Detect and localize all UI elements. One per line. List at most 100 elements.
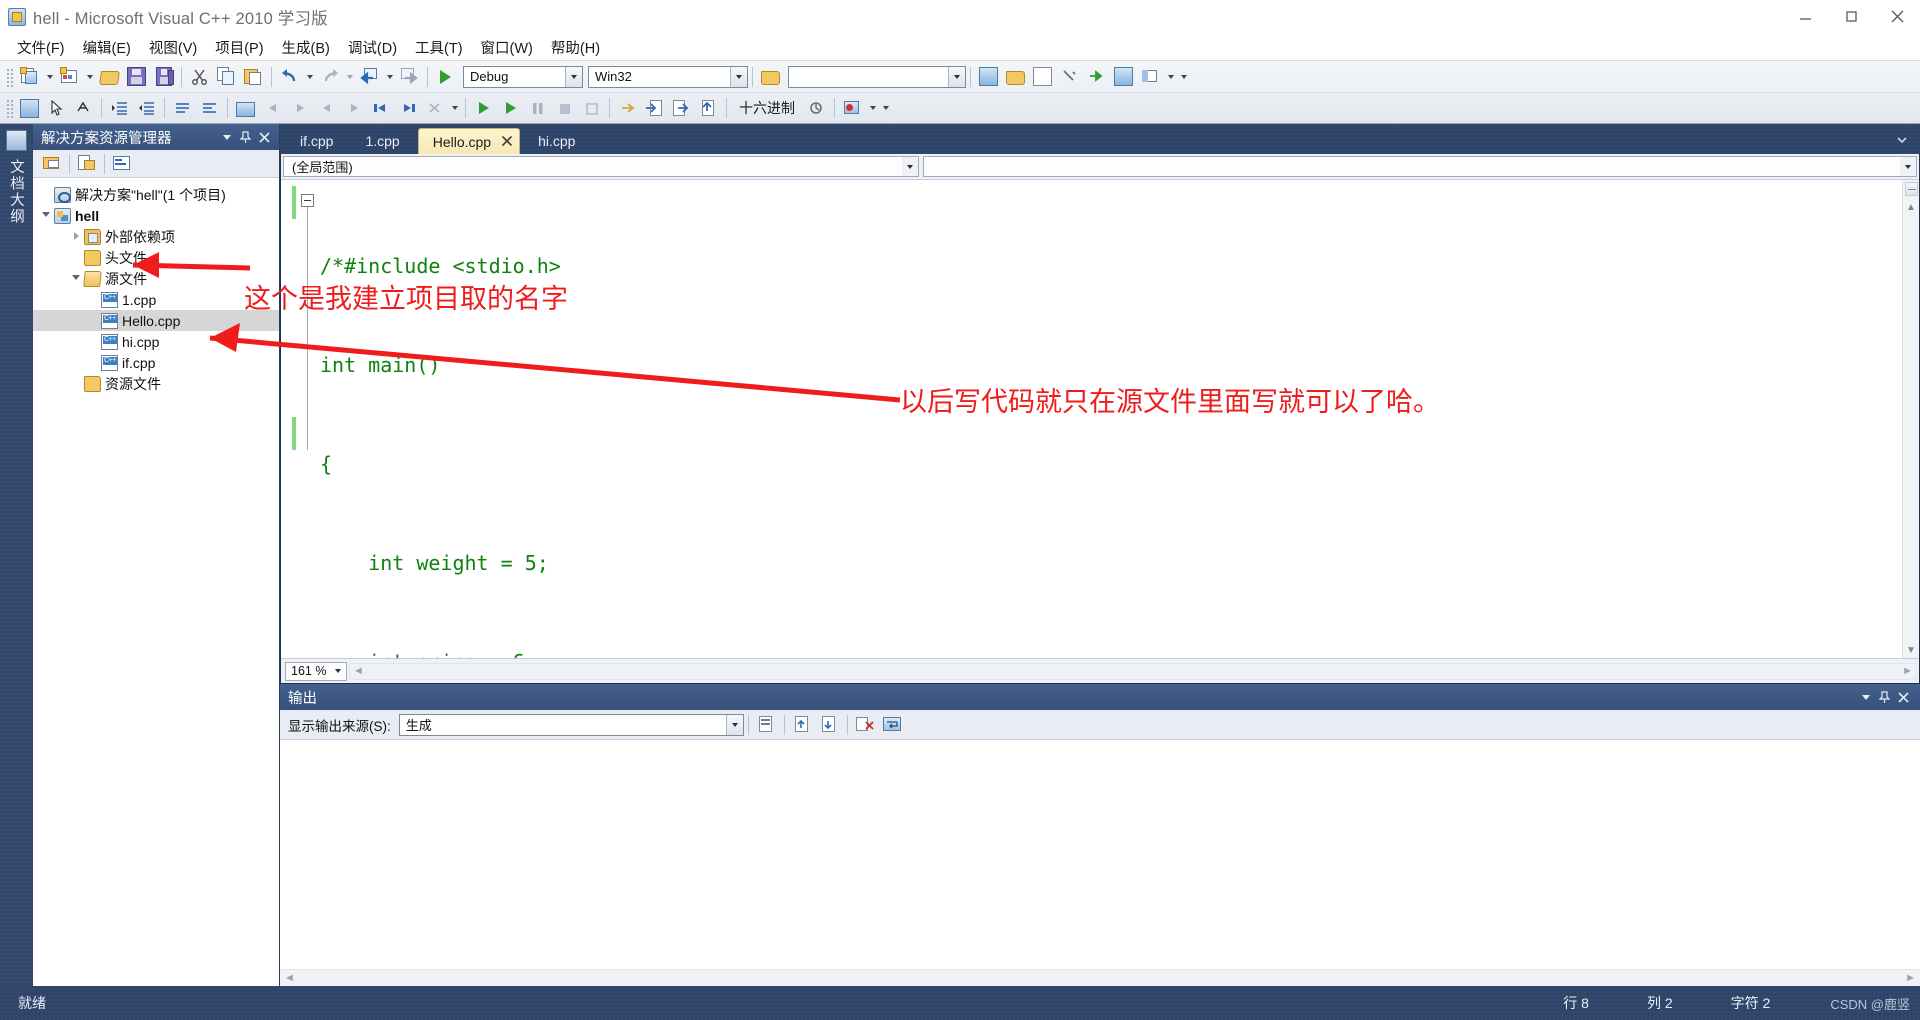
redo-dropdown-icon[interactable] bbox=[343, 64, 356, 89]
menu-edit[interactable]: 编辑(E) bbox=[74, 34, 140, 61]
step-into-icon[interactable] bbox=[642, 96, 667, 121]
properties-icon[interactable] bbox=[40, 152, 64, 176]
breakpoints-window-icon[interactable] bbox=[840, 96, 865, 121]
next-bookmark-doc-icon[interactable] bbox=[395, 96, 420, 121]
menu-view[interactable]: 视图(V) bbox=[140, 34, 206, 61]
toggle-word-wrap-icon[interactable] bbox=[880, 712, 905, 737]
split-view-handle[interactable] bbox=[1904, 182, 1918, 196]
close-icon[interactable] bbox=[501, 134, 513, 150]
editor-vertical-scrollbar[interactable]: ▲ ▼ bbox=[1902, 180, 1919, 658]
toolbar-grip[interactable] bbox=[5, 66, 13, 87]
go-to-next-message-icon[interactable] bbox=[817, 712, 842, 737]
menu-build[interactable]: 生成(B) bbox=[273, 34, 339, 61]
clear-bookmarks-icon[interactable] bbox=[422, 96, 447, 121]
zoom-level-combo[interactable]: 161 % bbox=[285, 661, 347, 681]
new-query-icon[interactable] bbox=[976, 64, 1001, 89]
new-project-icon[interactable] bbox=[17, 64, 42, 89]
pause-icon[interactable] bbox=[525, 96, 550, 121]
tab-if-cpp[interactable]: if.cpp bbox=[286, 128, 347, 154]
maximize-icon[interactable] bbox=[1828, 0, 1874, 34]
start-debugging-icon[interactable] bbox=[433, 64, 458, 89]
chevron-down-icon[interactable] bbox=[1900, 157, 1916, 176]
scroll-up-icon[interactable]: ▲ bbox=[1906, 202, 1916, 213]
go-to-previous-message-icon[interactable] bbox=[790, 712, 815, 737]
tree-item-1-cpp[interactable]: 1.cpp bbox=[33, 289, 279, 310]
save-all-icon[interactable] bbox=[151, 64, 176, 89]
comment-selection-icon[interactable] bbox=[170, 96, 195, 121]
navigate-forward-icon[interactable] bbox=[397, 64, 422, 89]
chevron-down-icon[interactable] bbox=[331, 663, 345, 680]
display-tag-icon[interactable] bbox=[71, 96, 96, 121]
code-editing-surface[interactable]: /*#include <stdio.h> int main() { int we… bbox=[281, 180, 1919, 658]
tree-item-source-files[interactable]: 源文件 bbox=[33, 268, 279, 289]
new-project-dropdown-icon[interactable] bbox=[43, 64, 56, 89]
breakpoints-dropdown-icon[interactable] bbox=[866, 96, 879, 121]
display-database-icon[interactable] bbox=[17, 96, 42, 121]
undo-dropdown-icon[interactable] bbox=[303, 64, 316, 89]
window-layout-dropdown-icon[interactable] bbox=[1164, 64, 1177, 89]
chevron-down-icon[interactable] bbox=[1857, 687, 1874, 707]
tree-item-if-cpp[interactable]: if.cpp bbox=[33, 352, 279, 373]
output-source-combo[interactable]: 生成 bbox=[398, 713, 744, 736]
editor-horizontal-scrollbar[interactable]: ◄ ► bbox=[349, 662, 1917, 680]
menu-help[interactable]: 帮助(H) bbox=[542, 34, 609, 61]
code-content[interactable]: /*#include <stdio.h> int main() { int we… bbox=[320, 180, 1902, 658]
toolbar-grip[interactable] bbox=[5, 98, 13, 118]
next-bookmark-folder-icon[interactable] bbox=[341, 96, 366, 121]
add-new-item-dropdown-icon[interactable] bbox=[83, 64, 96, 89]
text-toolbar-overflow-icon[interactable] bbox=[448, 96, 461, 121]
tree-item-header-files[interactable]: 头文件 bbox=[33, 247, 279, 268]
continue-icon[interactable] bbox=[498, 96, 523, 121]
tree-item-project-hell[interactable]: hell bbox=[33, 205, 279, 226]
menu-window[interactable]: 窗口(W) bbox=[472, 34, 542, 61]
tab-1-cpp[interactable]: 1.cpp bbox=[351, 128, 413, 154]
tab-hello-cpp[interactable]: Hello.cpp bbox=[417, 128, 521, 154]
chevron-down-icon[interactable] bbox=[948, 66, 965, 87]
restart-icon[interactable] bbox=[579, 96, 604, 121]
pin-icon[interactable] bbox=[237, 127, 254, 147]
clear-all-icon[interactable] bbox=[853, 712, 878, 737]
debug-toolbar-overflow-icon[interactable] bbox=[879, 96, 892, 121]
chevron-down-icon[interactable] bbox=[725, 714, 743, 735]
minimize-icon[interactable] bbox=[1782, 0, 1828, 34]
chevron-down-icon[interactable] bbox=[730, 66, 747, 87]
chevron-down-icon[interactable] bbox=[39, 211, 54, 220]
collapse-region-icon[interactable] bbox=[301, 194, 314, 207]
output-text-area[interactable] bbox=[280, 740, 1920, 969]
scope-combo[interactable]: (全局范围) bbox=[283, 156, 919, 177]
menu-project[interactable]: 项目(P) bbox=[206, 34, 272, 61]
object-browser-icon[interactable] bbox=[1030, 64, 1055, 89]
tree-item-external-dependencies[interactable]: 外部依赖项 bbox=[33, 226, 279, 247]
tree-item-solution[interactable]: 解决方案"hell"(1 个项目) bbox=[33, 184, 279, 205]
find-message-icon[interactable] bbox=[754, 712, 779, 737]
menu-file[interactable]: 文件(F) bbox=[8, 34, 74, 61]
toolbar-overflow-icon[interactable] bbox=[1177, 64, 1190, 89]
window-layout-icon[interactable] bbox=[1138, 64, 1163, 89]
configuration-combo[interactable]: Debug bbox=[463, 65, 583, 88]
document-outline-icon[interactable] bbox=[6, 130, 27, 151]
prev-bookmark-doc-icon[interactable] bbox=[368, 96, 393, 121]
tree-item-resource-files[interactable]: 资源文件 bbox=[33, 373, 279, 394]
solution-tree[interactable]: 解决方案"hell"(1 个项目) hell 外部依赖项 头文件 源文件 C++… bbox=[33, 178, 279, 986]
uncomment-selection-icon[interactable] bbox=[197, 96, 222, 121]
redo-icon[interactable] bbox=[317, 64, 342, 89]
properties-window-icon[interactable] bbox=[1003, 64, 1028, 89]
indent-icon[interactable] bbox=[107, 96, 132, 121]
show-all-files-icon[interactable] bbox=[75, 152, 99, 176]
next-bookmark-icon[interactable] bbox=[287, 96, 312, 121]
solution-configurations-icon[interactable] bbox=[758, 64, 783, 89]
chevron-down-icon[interactable] bbox=[218, 127, 235, 147]
toolbox-icon[interactable] bbox=[1057, 64, 1082, 89]
open-file-icon[interactable] bbox=[97, 64, 122, 89]
copy-icon[interactable] bbox=[214, 64, 239, 89]
toggle-bookmark-icon[interactable] bbox=[233, 96, 258, 121]
navigate-backward-dropdown-icon[interactable] bbox=[383, 64, 396, 89]
scroll-right-icon[interactable]: ► bbox=[1902, 665, 1913, 677]
navigate-backward-icon[interactable] bbox=[357, 64, 382, 89]
chevron-right-icon[interactable] bbox=[69, 232, 84, 241]
hex-display-icon[interactable] bbox=[804, 96, 829, 121]
chevron-down-icon[interactable] bbox=[1892, 135, 1912, 148]
add-new-item-icon[interactable] bbox=[57, 64, 82, 89]
document-outline-label[interactable]: 文档大纲 bbox=[6, 159, 27, 225]
tab-hi-cpp[interactable]: hi.cpp bbox=[524, 128, 589, 154]
